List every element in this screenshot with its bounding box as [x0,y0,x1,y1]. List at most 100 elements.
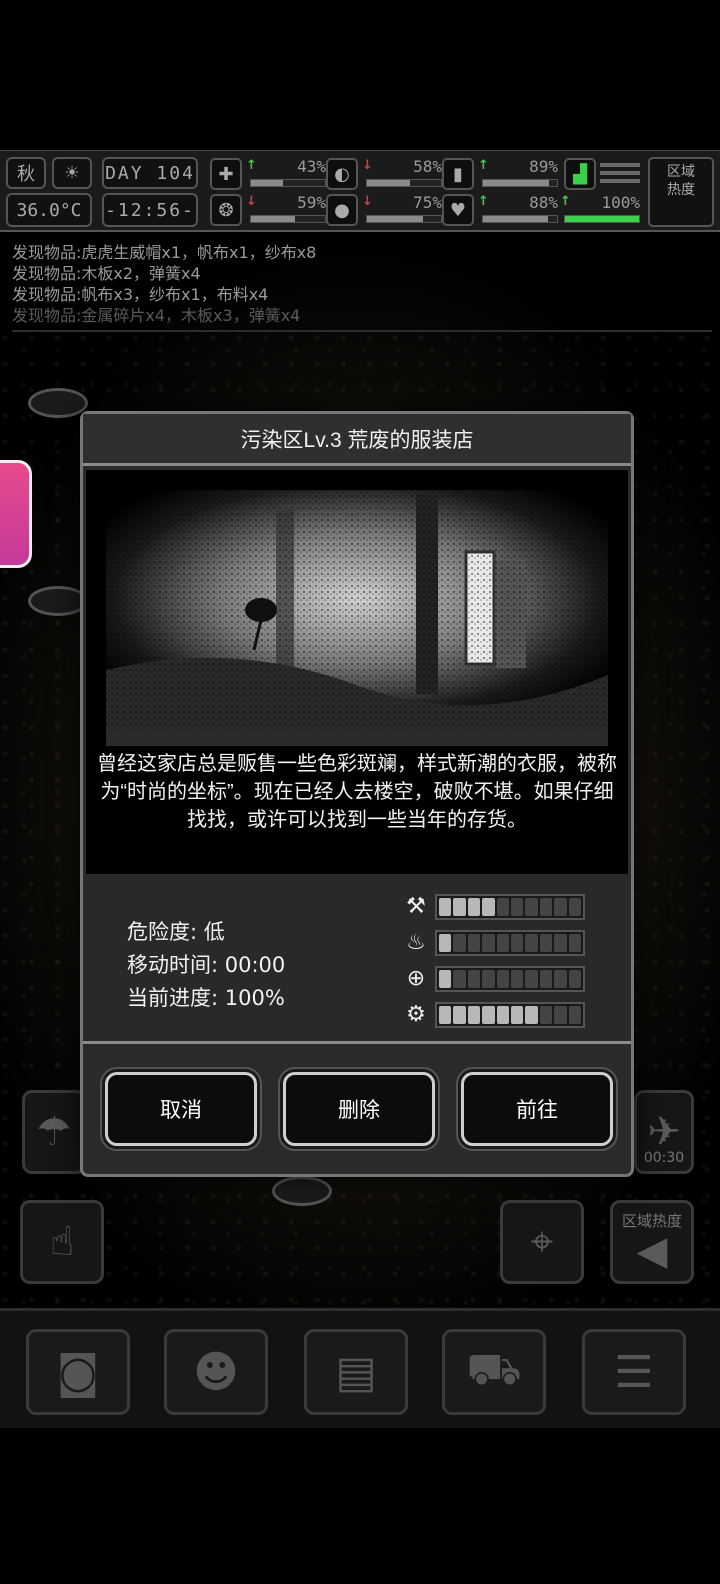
travel-time: 移动时间: 00:00 [127,953,286,977]
level-cell [568,898,582,916]
map-card-button[interactable]: ⌖ [500,1200,584,1284]
level-cell [568,970,582,988]
team-button[interactable]: ☂ [22,1090,86,1174]
location-dialog: 污染区Lv.3 荒废的服装店 曾经这家店总是贩售一些色彩斑斓，样式新潮的衣服，被… [80,411,634,1177]
map-marker[interactable] [28,586,88,616]
medkit-icon: ✚ [210,158,242,190]
stat-bar [250,179,326,187]
level-cell [467,970,481,988]
hand-pointer-icon: ☝ [49,1219,75,1265]
water-drop-icon: ● [326,194,358,226]
log-entry: 发现物品:帆布x3，纱布x1，布料x4 [12,285,269,304]
stomach-icon: ◐ [326,158,358,190]
day-label: DAY [105,162,144,184]
bottom-toolbar: ◙ ☻ ▤ ⛟ ☰ [0,1308,720,1428]
temperature-value: 36.0°C [16,199,82,221]
level-cell [496,934,510,952]
medical-bag-icon: ⊕ [406,966,426,991]
sun-icon: ☀ [65,160,79,186]
resource-level-bar [435,930,585,956]
gears-icon: ⚙ [406,1002,426,1027]
heart-icon: ♥ [442,194,474,226]
log-entry: 发现物品:虎虎生威帽x1，帆布x1，纱布x8 [12,243,317,262]
interact-button[interactable]: ☝ [20,1200,104,1284]
level-cell [482,934,495,952]
stat-bar [482,215,558,223]
stat-bar [366,179,442,187]
search-progress: 当前进度: 100% [127,986,285,1010]
level-cell [511,898,524,916]
level-cell [482,970,495,988]
stat-value: 89% [529,157,558,176]
floating-app-badge[interactable] [0,460,32,568]
level-cell [568,934,582,952]
resource-level-bar [435,966,585,992]
stat-value: 88% [529,193,558,212]
resource-level-bar [435,1002,585,1028]
day-counter: DAY 104 [102,157,198,189]
map-pin-icon: ⌖ [530,1219,554,1265]
stat-bar [564,215,640,223]
go-button[interactable]: 前往 [461,1072,613,1146]
level-cell [439,1006,452,1024]
level-cell [554,898,567,916]
level-cell [496,898,510,916]
pickaxe-icon: ⚒ [406,894,426,919]
item-log: 发现物品:虎虎生威帽x1，帆布x1，纱布x8 发现物品:木板x2，弹簧x4 发现… [0,232,720,334]
temperature-display: 36.0°C [6,193,92,227]
map-marker[interactable] [272,1176,332,1206]
backpack-icon: ◙ [56,1346,100,1398]
cart-icon: ⛟ [466,1343,522,1395]
delete-button[interactable]: 删除 [283,1072,435,1146]
level-cell [467,1006,481,1024]
stat-bar [250,215,326,223]
level-cell [511,1006,524,1024]
flag-bars-icon [600,163,640,185]
satellite-icon: ✈ [647,1109,681,1155]
level-cell [482,1006,495,1024]
brain-icon: ❂ [210,194,242,226]
stat-value: 75% [413,193,442,212]
abandoned-store-image [86,470,628,746]
journal-button[interactable]: ▤ [304,1329,408,1415]
level-cell [568,1006,582,1024]
level-cell [453,1006,466,1024]
log-divider [12,330,712,332]
location-info-panel: 危险度: 低 移动时间: 00:00 当前进度: 100% ⚒ ♨ ⊕ ⚙ [83,876,631,1044]
level-cell [539,970,553,988]
head-brain-icon: ☻ [193,1346,239,1398]
level-cell [511,934,524,952]
exposure-value: 100% [601,193,640,212]
list-menu-icon: ☰ [614,1346,654,1398]
level-cell [511,970,524,988]
weather-indicator: ☀ [52,157,92,189]
stat-value: 59% [297,193,326,212]
level-cell [496,970,510,988]
location-stats: 危险度: 低 移动时间: 00:00 当前进度: 100% [127,916,285,1015]
level-cell [439,898,452,916]
level-cell [439,934,452,952]
region-heat-label: 区域热度 [621,1212,682,1230]
shop-button[interactable]: ⛟ [442,1329,546,1415]
skills-button[interactable]: ☻ [164,1329,268,1415]
menu-button[interactable]: ☰ [582,1329,686,1415]
level-cell [525,934,538,952]
log-entry: 发现物品:金属碎片x4，木板x3，弹簧x4 [12,306,301,325]
map-marker[interactable] [28,388,88,418]
battery-icon: ▮ [442,158,474,190]
region-heat-panel[interactable]: 区域 热度 [648,157,714,227]
level-cell [482,898,495,916]
log-entry: 发现物品:木板x2，弹簧x4 [12,264,201,283]
clock-value: -12:56- [105,199,195,221]
backpack-button[interactable]: ◙ [26,1329,130,1415]
level-cell [554,1006,567,1024]
game-clock: -12:56- [102,193,198,227]
day-number: 104 [156,162,195,184]
level-cell [554,934,567,952]
season-indicator: 秋 [6,157,46,189]
level-cell [467,898,481,916]
stat-value: 58% [413,157,442,176]
level-cell [467,934,481,952]
cancel-button[interactable]: 取消 [105,1072,257,1146]
level-cell [439,970,452,988]
